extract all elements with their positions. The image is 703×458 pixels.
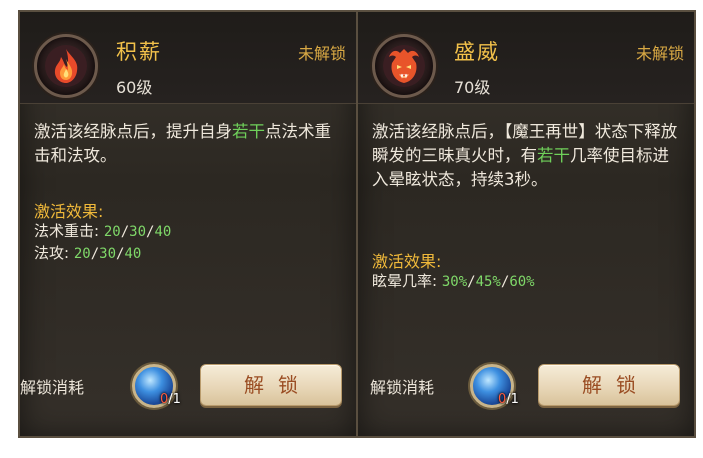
effect-value: 30% [441, 274, 468, 290]
effect-value: 45% [475, 274, 501, 290]
skill-description: 激活该经脉点后，【魔王再世】状态下释放瞬发的三昧真火时，有若干几率使目标进入晕眩… [372, 120, 682, 192]
effect-value: 60% [509, 274, 535, 290]
desc-highlight: 若干 [537, 146, 570, 165]
lock-status: 未解锁 [635, 44, 684, 63]
skill-emblem [372, 34, 436, 98]
effect-label: 法术重击: [34, 222, 100, 240]
unlock-button[interactable]: 解锁 [538, 364, 680, 406]
effect-label: 法攻: [34, 244, 70, 262]
desc-text: 激活该经脉点后，提升自身 [34, 122, 232, 141]
gem-count: 0/1 [160, 392, 181, 407]
effect-value: 20 [103, 224, 121, 240]
effect-value: 30 [99, 246, 116, 262]
demon-face-icon [383, 45, 425, 87]
gem-count: 0/1 [498, 392, 519, 407]
effect-value: 40 [154, 224, 172, 240]
skill-name: 盛威 [454, 40, 500, 64]
skill-emblem [34, 34, 98, 98]
skill-level: 70级 [454, 78, 491, 97]
effect-title: 激活效果: [34, 202, 104, 221]
cost-label: 解锁消耗 [20, 378, 85, 397]
skill-name: 积薪 [116, 40, 162, 64]
effect-title: 激活效果: [372, 252, 442, 271]
skill-panel-right: 盛威 70级 未解锁 激活该经脉点后，【魔王再世】状态下释放瞬发的三昧真火时，有… [356, 10, 696, 438]
effect-label: 眩晕几率: [372, 272, 438, 290]
flame-icon [45, 45, 87, 87]
skill-panel-left: 积薪 60级 未解锁 激活该经脉点后，提升自身若干点法术重击和法攻。 激活效果:… [18, 10, 358, 438]
panel-header: 盛威 70级 未解锁 [358, 12, 694, 104]
effect-value: 20 [73, 246, 91, 262]
desc-highlight: 若干 [232, 122, 265, 141]
effect-line-stun: 眩晕几率: 30%/45%/60% [372, 272, 535, 290]
effect-line-crit: 法术重击: 20/30/40 [34, 222, 172, 240]
skill-description: 激活该经脉点后，提升自身若干点法术重击和法攻。 [34, 120, 344, 168]
effect-value: 40 [124, 246, 142, 262]
effect-line-attack: 法攻: 20/30/40 [34, 244, 142, 262]
cost-label: 解锁消耗 [370, 378, 435, 397]
effect-value: 30 [129, 224, 146, 240]
unlock-button[interactable]: 解锁 [200, 364, 342, 406]
skill-level: 60级 [116, 78, 153, 97]
panel-header: 积薪 60级 未解锁 [20, 12, 356, 104]
lock-status: 未解锁 [297, 44, 346, 63]
